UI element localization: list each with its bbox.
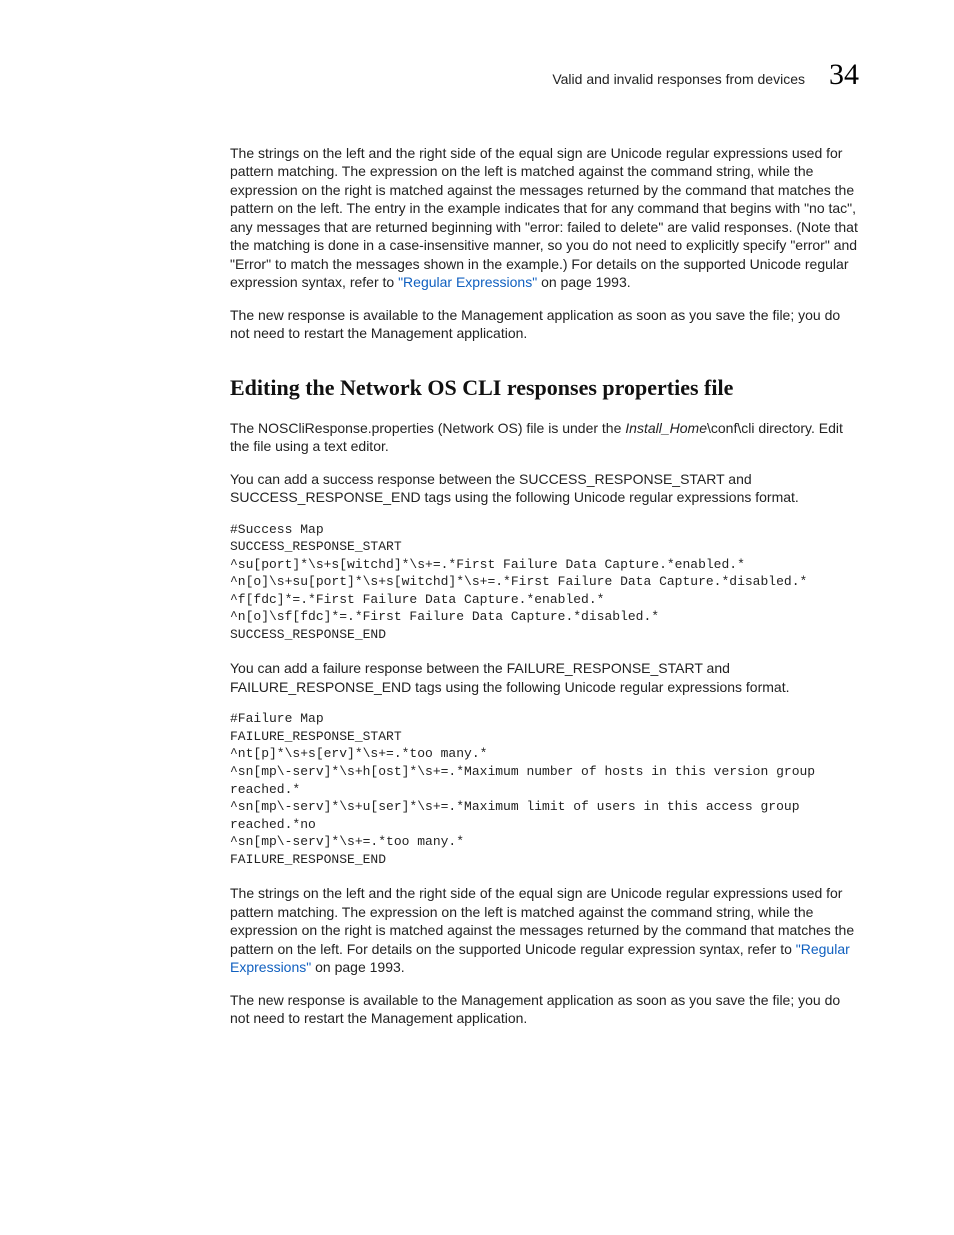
code-success-map: #Success Map SUCCESS_RESPONSE_START ^su[… [230, 521, 859, 644]
text: The NOSCliResponse.properties (Network O… [230, 420, 625, 436]
header-title: Valid and invalid responses from devices [552, 71, 805, 87]
section-heading: Editing the Network OS CLI responses pro… [230, 375, 859, 401]
text: The strings on the left and the right si… [230, 885, 854, 956]
text: on page 1993. [311, 959, 404, 975]
paragraph-failure-desc: You can add a failure response between t… [230, 659, 859, 696]
chapter-number: 34 [829, 60, 859, 90]
code-failure-map: #Failure Map FAILURE_RESPONSE_START ^nt[… [230, 710, 859, 868]
install-home-path: Install_Home [625, 420, 707, 436]
paragraph-note-2: The new response is available to the Man… [230, 991, 859, 1028]
paragraph-intro: The strings on the left and the right si… [230, 144, 859, 292]
page-body: Valid and invalid responses from devices… [0, 0, 954, 1102]
paragraph-success-desc: You can add a success response between t… [230, 470, 859, 507]
link-regex-1[interactable]: "Regular Expressions" [398, 274, 537, 290]
text: on page 1993. [537, 274, 630, 290]
page-header: Valid and invalid responses from devices… [230, 60, 859, 90]
paragraph-explain: The strings on the left and the right si… [230, 884, 859, 976]
paragraph-file-loc: The NOSCliResponse.properties (Network O… [230, 419, 859, 456]
text: The strings on the left and the right si… [230, 145, 858, 290]
paragraph-note-1: The new response is available to the Man… [230, 306, 859, 343]
